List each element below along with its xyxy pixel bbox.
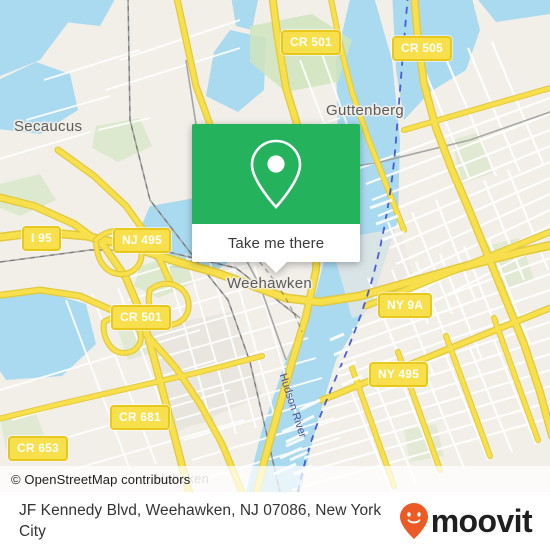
route-shield-ny9a: NY 9A (378, 293, 433, 318)
route-shield-cr501-north: CR 501 (281, 30, 341, 55)
map-attribution-bar: © OpenStreetMap contributors (0, 466, 550, 492)
moovit-pin-smiley-icon (399, 503, 428, 539)
route-shield-cr681: CR 681 (110, 405, 170, 430)
route-shield-cr653: CR 653 (8, 436, 68, 461)
popup-header (192, 124, 360, 224)
route-shield-ny495: NY 495 (369, 362, 429, 387)
popup-action-bar[interactable]: Take me there (192, 224, 360, 273)
map-screenshot: Secaucus Guttenberg Weehawken Hoboken Hu… (0, 0, 550, 550)
route-shield-nj495: NJ 495 (113, 228, 171, 253)
footer-bar: JF Kennedy Blvd, Weehawken, NJ 07086, Ne… (0, 492, 550, 550)
location-popup[interactable]: Take me there (192, 124, 360, 273)
map-canvas[interactable]: Secaucus Guttenberg Weehawken Hoboken Hu… (0, 0, 550, 492)
route-shield-cr501-south: CR 501 (111, 305, 171, 330)
moovit-wordmark: moovit (430, 503, 533, 539)
moovit-brand[interactable]: moovit (399, 502, 536, 540)
popup-tail-pointer (265, 262, 287, 273)
route-shield-i95: I 95 (22, 226, 61, 251)
take-me-there-button[interactable]: Take me there (228, 235, 324, 252)
map-pin-icon (250, 139, 302, 209)
openstreetmap-attribution[interactable]: © OpenStreetMap contributors (11, 472, 190, 487)
route-shield-cr505: CR 505 (392, 36, 452, 61)
address-text: JF Kennedy Blvd, Weehawken, NJ 07086, Ne… (19, 502, 382, 540)
